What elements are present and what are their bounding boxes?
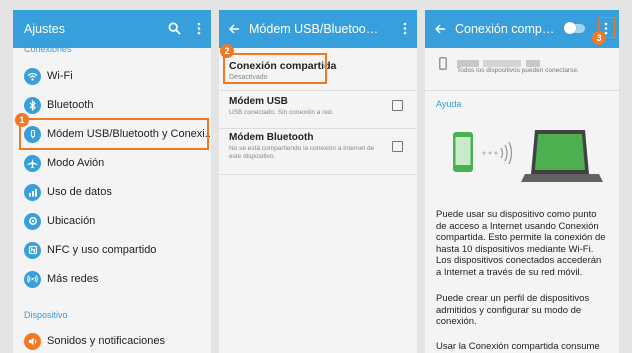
settings-item-bluetooth[interactable]: Bluetooth (13, 91, 211, 119)
back-arrow-icon[interactable] (229, 24, 240, 34)
section-header-connections: Conexiones (24, 44, 72, 54)
step-badge-1: 1 (15, 113, 29, 127)
overflow-menu-icon[interactable] (197, 22, 201, 35)
blurred-network-name (457, 54, 547, 67)
settings-item-more-networks[interactable]: Más redes (13, 265, 211, 293)
bluetooth-label: Bluetooth (47, 99, 94, 111)
phone-icon (439, 57, 447, 70)
settings-item-location[interactable]: Ubicación (13, 207, 211, 235)
hotspot-panel: Conexión compar... Todos los dispositivo… (425, 10, 619, 353)
location-icon (24, 212, 41, 230)
search-icon[interactable] (168, 22, 181, 35)
usb-tethering-checkbox[interactable] (392, 100, 403, 111)
location-label: Ubicación (47, 215, 96, 227)
connected-devices-text: Todos los dispositivos pueden conectarse… (457, 67, 579, 74)
help-paragraph-1: Puede usar su dispositivo como punto de … (436, 209, 606, 278)
nfc-label: NFC y uso compartido (47, 244, 157, 256)
data-usage-icon (24, 183, 41, 201)
highlight-tethering (19, 118, 209, 150)
divider (425, 90, 619, 91)
settings-panel: Ajustes Conexiones Wi-Fi Bluetooth Módem… (13, 10, 211, 353)
settings-item-sounds[interactable]: Sonidos y notificaciones (13, 327, 211, 353)
bluetooth-icon (24, 96, 41, 114)
divider (219, 90, 417, 91)
data-usage-label: Uso de datos (47, 186, 112, 198)
help-header: Ayuda (436, 99, 462, 109)
more-networks-icon (24, 270, 41, 288)
usb-tethering-title: Módem USB (229, 96, 288, 107)
settings-item-airplane[interactable]: Modo Avión (13, 149, 211, 177)
settings-item-wifi[interactable]: Wi-Fi (13, 62, 211, 90)
page-title: Conexión compar... (455, 22, 555, 36)
overflow-menu-icon[interactable] (403, 22, 407, 35)
phone-to-laptop-illustration (453, 130, 603, 182)
bluetooth-tethering-checkbox[interactable] (392, 141, 403, 152)
airplane-icon (24, 154, 41, 172)
tethering-panel: Módem USB/Bluetooth y... Conexión compar… (219, 10, 417, 353)
sound-icon (24, 332, 41, 350)
settings-app-bar: Ajustes (13, 10, 211, 48)
back-arrow-icon[interactable] (435, 24, 446, 34)
help-paragraph-3: Usar la Conexión compartida consume (436, 341, 600, 352)
bluetooth-tethering-title: Módem Bluetooth (229, 132, 314, 143)
wifi-label: Wi-Fi (47, 70, 73, 82)
tethering-app-bar: Módem USB/Bluetooth y... (219, 10, 417, 48)
page-title: Ajustes (24, 22, 65, 36)
wifi-icon (24, 67, 41, 85)
divider (219, 128, 417, 129)
highlight-hotspot (223, 53, 327, 84)
hotspot-toggle[interactable] (564, 22, 585, 34)
help-paragraph-2: Puede crear un perfil de dispositivos ad… (436, 293, 590, 328)
page-title: Módem USB/Bluetooth y... (249, 22, 381, 36)
hotspot-app-bar: Conexión compar... (425, 10, 619, 48)
settings-item-nfc[interactable]: NFC y uso compartido (13, 236, 211, 264)
step-badge-3: 3 (592, 31, 606, 45)
bluetooth-tethering-status: No se está compartiendo la conexión a In… (229, 145, 375, 160)
toggle-thumb (564, 22, 576, 34)
bluetooth-tethering-item[interactable]: Módem Bluetooth No se está compartiendo … (229, 132, 381, 161)
usb-tethering-item[interactable]: Módem USB USB conectado. Sin conexión a … (229, 96, 379, 117)
usb-tethering-status: USB conectado. Sin conexión a red. (229, 109, 334, 116)
nfc-icon (24, 241, 41, 259)
settings-item-data-usage[interactable]: Uso de datos (13, 178, 211, 206)
sounds-label: Sonidos y notificaciones (47, 335, 166, 347)
divider (219, 174, 417, 175)
section-header-device: Dispositivo (24, 310, 68, 320)
airplane-label: Modo Avión (47, 157, 105, 169)
more-networks-label: Más redes (47, 273, 99, 285)
step-badge-2: 2 (220, 44, 234, 58)
